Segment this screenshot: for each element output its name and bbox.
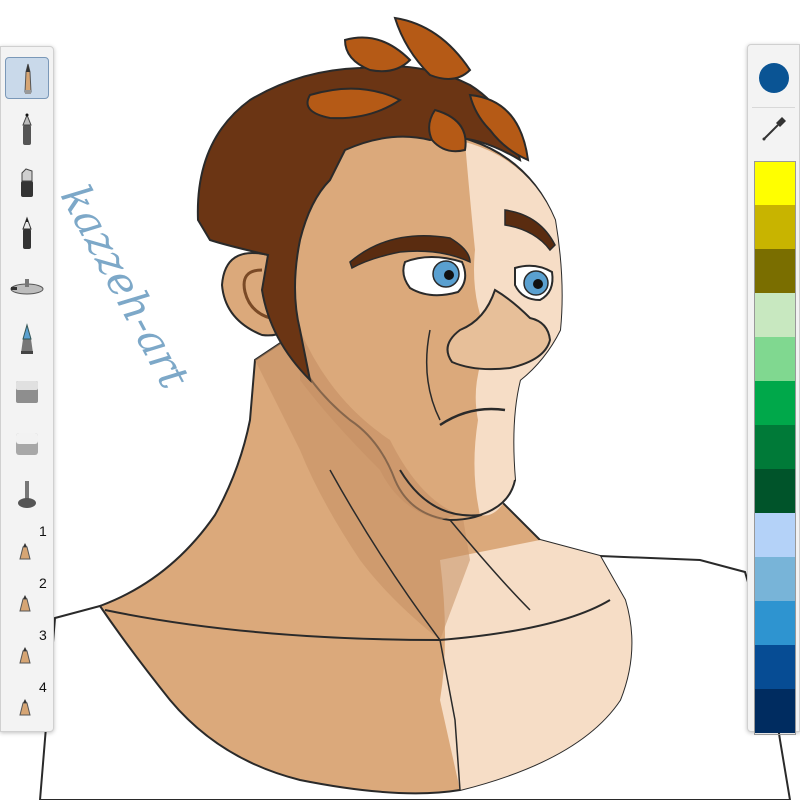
color-swatch[interactable]: [754, 469, 796, 513]
tool-airbrush[interactable]: [5, 265, 49, 307]
tool-ballpoint-pen[interactable]: [5, 109, 49, 151]
slot-number: 4: [39, 679, 47, 695]
paintbrush-icon: [21, 323, 33, 354]
color-swatch[interactable]: [754, 557, 796, 601]
custom-brush-slot-4[interactable]: 4: [5, 679, 49, 723]
tool-felt-pen[interactable]: [5, 213, 49, 255]
tool-paintbrush[interactable]: [5, 317, 49, 359]
tool-pencil[interactable]: [5, 57, 49, 99]
tool-hard-eraser[interactable]: [5, 369, 49, 411]
custom-brush-slot-1[interactable]: 1: [5, 523, 49, 567]
custom-brush-slot-3[interactable]: 3: [5, 627, 49, 671]
slot-number: 1: [39, 523, 47, 539]
tool-smudge[interactable]: [5, 473, 49, 515]
smudge-icon: [18, 481, 36, 508]
hair-curl-1: [343, 36, 412, 73]
color-swatch[interactable]: [754, 205, 796, 249]
airbrush-icon: [10, 279, 44, 295]
color-swatch[interactable]: [754, 689, 796, 733]
tool-soft-eraser[interactable]: [5, 421, 49, 463]
eyedropper-icon[interactable]: [758, 113, 790, 145]
color-swatch[interactable]: [754, 337, 796, 381]
color-swatch[interactable]: [754, 645, 796, 689]
drawing-canvas[interactable]: kazzeh-art: [0, 0, 800, 800]
marker-icon: [21, 168, 33, 197]
color-swatch[interactable]: [754, 249, 796, 293]
color-swatch[interactable]: [754, 601, 796, 645]
color-swatch[interactable]: [754, 381, 796, 425]
soft-eraser-icon: [16, 433, 38, 455]
divider: [752, 107, 795, 108]
color-swatch[interactable]: [754, 161, 796, 205]
artist-signature: kazzeh-art: [51, 177, 199, 397]
left-pupil: [444, 270, 454, 280]
slot-number: 2: [39, 575, 47, 591]
right-pupil: [533, 279, 543, 289]
hard-eraser-icon: [16, 381, 38, 403]
color-swatch[interactable]: [754, 293, 796, 337]
tool-marker[interactable]: [5, 161, 49, 203]
pencil-icon: [24, 63, 32, 94]
brush-toolbar: 1 2 3 4: [0, 46, 54, 732]
slot-number: 3: [39, 627, 47, 643]
custom-brush-slot-2[interactable]: 2: [5, 575, 49, 619]
color-panel: [747, 44, 800, 735]
signature-text: kazzeh-art: [51, 177, 199, 397]
color-swatch[interactable]: [754, 513, 796, 557]
felt-pen-icon: [22, 216, 32, 249]
current-color-button[interactable]: [759, 63, 789, 93]
ballpoint-pen-icon: [22, 113, 32, 145]
color-swatch[interactable]: [754, 425, 796, 469]
